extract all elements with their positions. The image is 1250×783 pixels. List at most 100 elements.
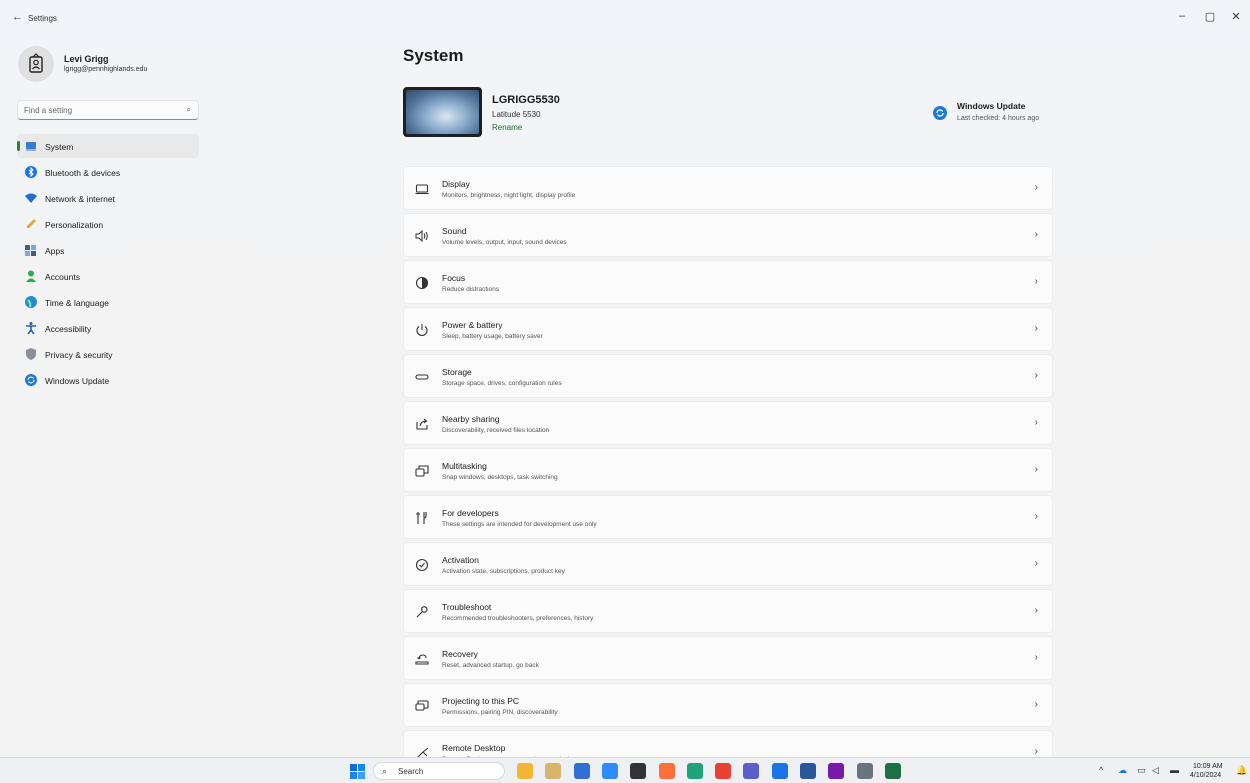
close-button[interactable]: ✕ [1228,10,1244,23]
onenote-icon[interactable] [828,763,845,779]
windows-start-icon[interactable] [350,764,365,779]
card-subtitle: Activation state, subscriptions, product… [442,568,565,575]
pen-app-icon[interactable] [545,763,562,779]
active-indicator [17,141,20,151]
page-title: System [403,46,464,65]
card-subtitle: Volume levels, output, input, sound devi… [442,239,567,246]
notification-bell-icon[interactable]: 🔔 [1236,765,1247,776]
settings-card-activation[interactable]: Activation Activation state, subscription… [403,542,1053,586]
sidebar-item-label: Privacy & security [45,350,113,360]
search-placeholder: Find a setting [24,106,73,115]
sidebar-item-time-language[interactable]: Time & language [17,290,199,314]
chevron-right-icon: › [1034,746,1038,757]
rename-link[interactable]: Rename [492,123,522,132]
avatar [18,46,54,82]
sidebar-item-personalization[interactable]: Personalization [17,212,199,236]
recovery-icon [415,654,429,665]
card-title: Activation [442,555,479,565]
sidebar-item-system[interactable]: System [17,134,199,158]
sidebar-item-network-internet[interactable]: Network & internet [17,186,199,210]
sidebar-item-windows-update[interactable]: Windows Update [17,368,199,392]
search-icon: ⌕ [382,766,388,776]
chevron-right-icon: › [1034,511,1038,522]
outlook-icon[interactable] [771,763,788,779]
battery-icon[interactable]: ▬ [1170,765,1179,775]
sidebar-item-bluetooth-devices[interactable]: Bluetooth & devices [17,160,199,184]
teams-icon[interactable] [743,763,760,779]
bluetooth-icon [25,166,37,178]
settings-card-storage[interactable]: Storage Storage space, drives, configurat… [403,354,1053,398]
chevron-right-icon: › [1034,464,1038,475]
settings-card-projecting-to-this-pc[interactable]: Projecting to this PC Permissions, pairin… [403,683,1053,727]
system-icon [26,142,36,151]
settings-window: ← Settings – ▢ ✕ Levi Grigg lgrigg@pennh… [0,0,1250,757]
settings-card-multitasking[interactable]: Multitasking Snap windows, desktops, task… [403,448,1053,492]
sidebar-item-apps[interactable]: Apps [17,238,199,262]
chevron-right-icon: › [1034,370,1038,381]
file-explorer-icon[interactable] [517,763,533,779]
sidebar-item-privacy-security[interactable]: Privacy & security [17,342,199,366]
chrome-icon[interactable] [715,763,732,779]
app-title: Settings [28,14,57,23]
card-subtitle: Monitors, brightness, night light, displ… [442,192,576,199]
shield-icon [26,348,36,360]
title-bar: ← Settings – ▢ ✕ [0,0,1250,34]
card-title: Storage [442,367,472,377]
remote-desktop-icon [417,747,429,757]
settings-card-focus[interactable]: Focus Reduce distractions › [403,260,1053,304]
card-title: Multitasking [442,461,487,471]
settings-card-nearby-sharing[interactable]: Nearby sharing Discoverability, received … [403,401,1053,445]
chevron-right-icon: › [1034,276,1038,287]
network-icon[interactable]: ▭ [1137,765,1146,776]
sidebar-item-label: Bluetooth & devices [45,168,121,178]
sidebar-item-label: Apps [45,246,65,256]
firefox-icon[interactable] [658,763,675,779]
settings-gear-icon[interactable] [856,763,873,779]
volume-icon[interactable]: ◁ [1152,765,1159,776]
share-icon [416,418,428,430]
card-title: Sound [442,226,467,236]
tray-overflow-chevron-icon[interactable]: ^ [1099,765,1103,775]
minimize-button[interactable]: – [1174,10,1190,22]
accessibility-icon [26,322,36,334]
device-name: LGRIGG5530 [492,94,560,106]
restore-button[interactable]: ▢ [1202,10,1218,23]
onedrive-icon[interactable]: ☁ [1118,765,1127,776]
sidebar-item-label: Network & internet [45,194,115,204]
card-title: Projecting to this PC [442,696,520,706]
settings-card-for-developers[interactable]: For developers These settings are intende… [403,495,1053,539]
settings-card-remote-desktop[interactable]: Remote DesktopRemote Desktop users, conn… [403,730,1053,757]
settings-card-sound[interactable]: Sound Volume levels, output, input, sound… [403,213,1053,257]
clock-time[interactable]: 10:09 AM [1193,763,1223,770]
taskbar-search[interactable]: ⌕ Search [373,762,505,780]
back-arrow-icon[interactable]: ← [12,11,23,23]
r-app-icon[interactable] [573,763,590,779]
sidebar-item-accessibility[interactable]: Accessibility [17,316,199,340]
card-subtitle: Permissions, pairing PIN, discoverabilit… [442,709,558,716]
clock-date[interactable]: 4/10/2024 [1190,772,1221,779]
settings-card-power-battery[interactable]: Power & battery Sleep, battery usage, bat… [403,307,1053,351]
windows-update-icon[interactable] [933,106,947,120]
card-subtitle: Sleep, battery usage, battery saver [442,333,543,340]
settings-card-display[interactable]: Display Monitors, brightness, night light… [403,166,1053,210]
excel-icon[interactable] [884,763,901,779]
sidebar-item-accounts[interactable]: Accounts [17,264,199,288]
zoom-icon[interactable] [601,763,618,779]
edge-icon[interactable] [686,763,703,779]
sidebar-item-label: Time & language [45,298,109,308]
device-thumbnail [403,87,482,137]
chevron-right-icon: › [1034,229,1038,240]
sidebar-item-label: System [45,142,74,152]
speaker-icon [415,229,428,243]
storage-icon [415,374,429,380]
settings-card-troubleshoot[interactable]: Troubleshoot Recommended troubleshooters,… [403,589,1053,633]
card-subtitle: Recommended troubleshooters, preferences… [442,615,594,622]
chevron-right-icon: › [1034,605,1038,616]
windows-update-title[interactable]: Windows Update [957,101,1025,111]
settings-card-recovery[interactable]: Recovery Reset, advanced startup, go back… [403,636,1053,680]
globe-icon [25,296,37,308]
projecting-icon [415,700,429,711]
chatgpt-icon[interactable] [630,763,647,779]
search-input[interactable]: Find a setting ⌕ [17,100,199,120]
word-icon[interactable] [800,763,816,779]
